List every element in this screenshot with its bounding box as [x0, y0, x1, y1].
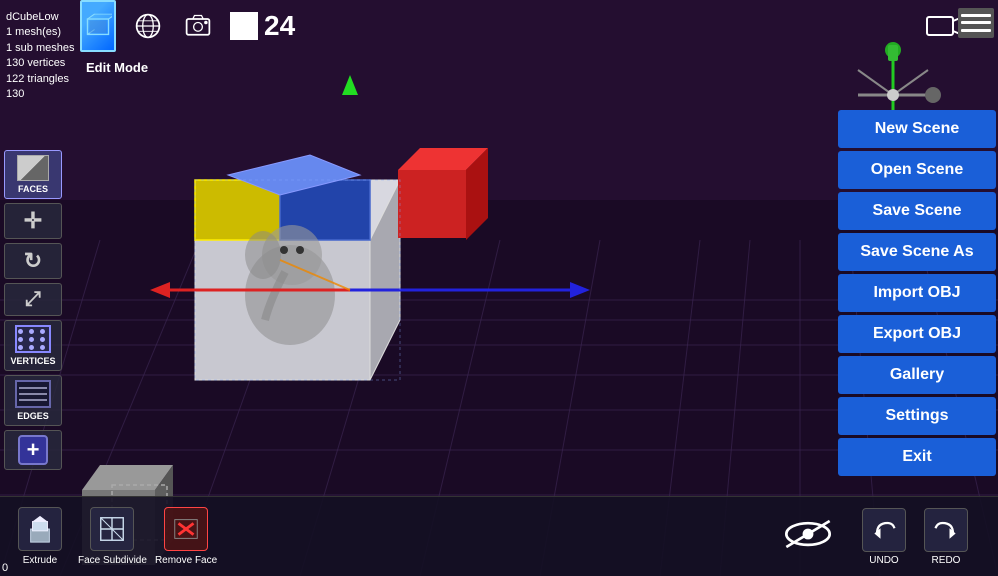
- hamburger-menu-button[interactable]: [958, 8, 994, 38]
- redo-icon: [924, 508, 968, 552]
- new-scene-button[interactable]: New Scene: [838, 110, 996, 148]
- open-scene-button[interactable]: Open Scene: [838, 151, 996, 189]
- sub-meshes: 1 sub meshes: [6, 41, 74, 56]
- vdot: [29, 337, 34, 342]
- left-toolbar: FACES ✛ ↻ ⤢ VERTICES: [4, 150, 62, 470]
- globe-icon-button[interactable]: [130, 8, 166, 44]
- undo-label: UNDO: [869, 555, 898, 566]
- exit-button[interactable]: Exit: [838, 438, 996, 476]
- edit-mode-label: Edit Mode: [86, 60, 148, 75]
- face-subdivide-tool[interactable]: Face Subdivide: [78, 507, 147, 566]
- faces-tool[interactable]: FACES: [4, 150, 62, 199]
- coord-display: 0: [2, 562, 8, 574]
- vdot: [18, 337, 23, 342]
- triangles-count: 122 triangles: [6, 72, 74, 87]
- redo-label: REDO: [932, 555, 961, 566]
- remove-face-icon: [164, 507, 208, 551]
- rotate-icon: ↻: [24, 248, 42, 274]
- edges-label: EDGES: [17, 411, 49, 421]
- screenshot-icon-button[interactable]: [180, 8, 216, 44]
- frame-counter: 24: [230, 10, 295, 42]
- vdot: [29, 345, 34, 350]
- ham-line-1: [961, 14, 991, 17]
- rotate-tool[interactable]: ↻: [4, 243, 62, 279]
- ham-line-2: [961, 21, 991, 24]
- vertices-label: VERTICES: [10, 356, 55, 366]
- faces-label: FACES: [18, 184, 48, 194]
- remove-face-label: Remove Face: [155, 555, 217, 566]
- ham-line-3: [961, 29, 991, 32]
- undo-icon: [862, 508, 906, 552]
- info-panel: dCubeLow 1 mesh(es) 1 sub meshes 130 ver…: [0, 8, 80, 104]
- export-obj-button[interactable]: Export OBJ: [838, 315, 996, 353]
- vdot: [40, 337, 45, 342]
- vdot: [18, 329, 23, 334]
- gallery-button[interactable]: Gallery: [838, 356, 996, 394]
- frame-square: [230, 12, 258, 40]
- coord-value: 0: [2, 562, 8, 574]
- edges-tool[interactable]: EDGES: [4, 375, 62, 426]
- bottom-toolbar: Extrude Face Subdivide Remove Face: [0, 496, 998, 576]
- face-subdivide-icon: [90, 507, 134, 551]
- remove-face-tool[interactable]: Remove Face: [155, 507, 217, 566]
- extrude-icon: [18, 507, 62, 551]
- add-tool[interactable]: +: [4, 430, 62, 470]
- extrude-tool[interactable]: Extrude: [10, 507, 70, 566]
- top-toolbar: 24: [80, 8, 295, 44]
- scale-icon: ⤢: [25, 288, 41, 311]
- move-tool[interactable]: ✛: [4, 203, 62, 239]
- eline: [19, 387, 47, 389]
- vdot: [40, 329, 45, 334]
- vdot: [29, 329, 34, 334]
- mesh-icon-button[interactable]: [80, 8, 116, 44]
- add-icon: +: [18, 435, 48, 465]
- vertices-icon: [15, 325, 51, 353]
- redo-button[interactable]: REDO: [924, 508, 968, 566]
- vdot: [40, 345, 45, 350]
- vert-dots: [18, 329, 48, 350]
- settings-button[interactable]: Settings: [838, 397, 996, 435]
- import-obj-button[interactable]: Import OBJ: [838, 274, 996, 312]
- visibility-button[interactable]: [782, 514, 834, 559]
- mesh-name: dCubeLow: [6, 10, 74, 25]
- mesh-count: 1 mesh(es): [6, 25, 74, 40]
- face-subdivide-label: Face Subdivide: [78, 555, 147, 566]
- eline: [19, 393, 47, 395]
- save-scene-button[interactable]: Save Scene: [838, 192, 996, 230]
- eline: [19, 399, 47, 401]
- save-scene-as-button[interactable]: Save Scene As: [838, 233, 996, 271]
- vertices-tool[interactable]: VERTICES: [4, 320, 62, 371]
- scale-tool[interactable]: ⤢: [4, 283, 62, 316]
- number-display: 130: [6, 87, 74, 102]
- move-icon: ✛: [24, 208, 42, 234]
- faces-icon: [17, 155, 49, 181]
- vertices-count: 130 vertices: [6, 56, 74, 71]
- extrude-label: Extrude: [23, 555, 57, 566]
- nav-gizmo: [838, 40, 938, 120]
- edge-lines: [19, 387, 47, 401]
- right-menu: New Scene Open Scene Save Scene Save Sce…: [838, 110, 998, 476]
- vdot: [18, 345, 23, 350]
- undo-button[interactable]: UNDO: [862, 508, 906, 566]
- frame-number: 24: [264, 10, 295, 42]
- edges-icon: [15, 380, 51, 408]
